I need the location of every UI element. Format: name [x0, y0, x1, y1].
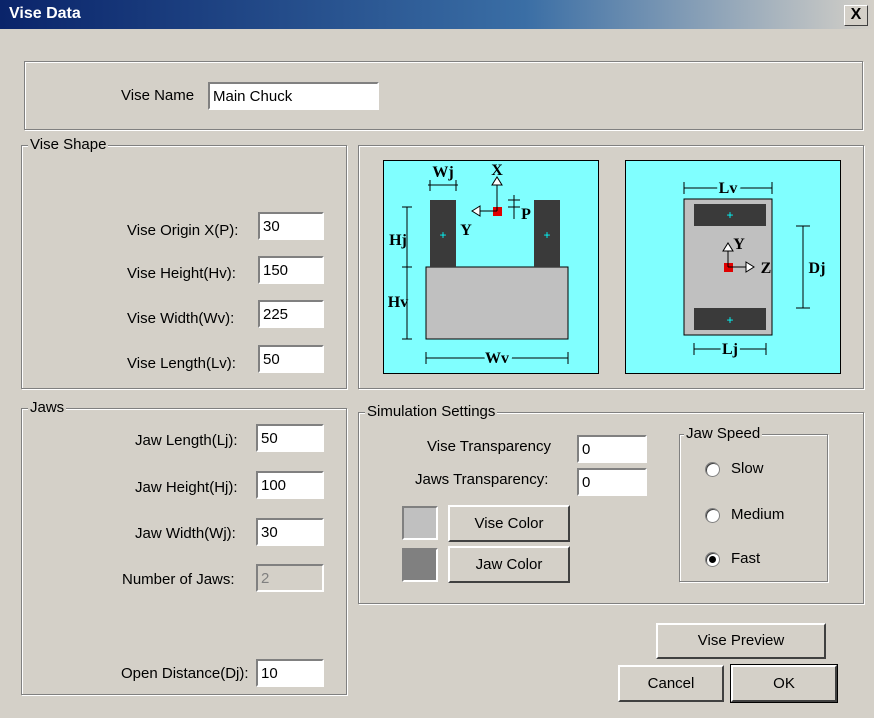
dj-label: Dj: [809, 260, 826, 277]
hj-label: Hj: [389, 232, 407, 249]
vise-transparency-input[interactable]: 0: [577, 435, 647, 463]
vise-height-label: Vise Height(Hv):: [127, 265, 236, 282]
jaw-width-label: Jaw Width(Wj):: [135, 525, 236, 542]
window-title: Vise Data: [9, 5, 81, 22]
jaw-color-swatch: [402, 548, 438, 582]
vise-origin-label: Vise Origin X(P):: [127, 222, 239, 239]
vise-transparency-label: Vise Transparency: [427, 438, 551, 455]
vise-height-input[interactable]: 150: [258, 256, 324, 284]
jaws-transparency-label: Jaws Transparency:: [415, 471, 549, 488]
vise-name-input[interactable]: Main Chuck: [208, 82, 379, 110]
speed-fast-selected-dot: [709, 556, 716, 563]
svg-text:+: +: [726, 208, 733, 222]
hv-label: Hv: [388, 294, 408, 311]
vise-length-input[interactable]: 50: [258, 345, 324, 373]
vise-front-diagram: + + Wj X Y P Hj Hv Wv: [383, 160, 599, 374]
jaw-height-input[interactable]: 100: [256, 471, 324, 499]
p-label: P: [521, 206, 531, 223]
speed-medium-label[interactable]: Medium: [731, 506, 784, 523]
jaw-height-label: Jaw Height(Hj):: [135, 479, 238, 496]
svg-text:+: +: [726, 313, 733, 327]
open-distance-label: Open Distance(Dj):: [121, 665, 249, 682]
cancel-button[interactable]: Cancel: [618, 665, 724, 702]
vise-origin-input[interactable]: 30: [258, 212, 324, 240]
wj-label: Wj: [432, 164, 453, 181]
z-axis-label: Z: [761, 260, 772, 277]
title-bar: Vise Data X: [0, 0, 874, 29]
svg-text:+: +: [543, 228, 550, 242]
jaw-color-button[interactable]: Jaw Color: [448, 546, 570, 583]
x-axis-label: X: [491, 162, 503, 179]
speed-fast-radio[interactable]: [705, 552, 720, 567]
jaws-title: Jaws: [28, 399, 67, 416]
lj-label: Lj: [722, 341, 738, 358]
jaw-length-label: Jaw Length(Lj):: [135, 432, 238, 449]
vise-color-button[interactable]: Vise Color: [448, 505, 570, 542]
jaw-speed-title: Jaw Speed: [684, 425, 763, 442]
jaw-length-input[interactable]: 50: [256, 424, 324, 452]
vise-length-label: Vise Length(Lv):: [127, 355, 236, 372]
speed-fast-label[interactable]: Fast: [731, 550, 760, 567]
vise-color-swatch: [402, 506, 438, 540]
jaw-width-input[interactable]: 30: [256, 518, 324, 546]
number-of-jaws-label: Number of Jaws:: [122, 571, 235, 588]
close-button[interactable]: X: [844, 5, 868, 26]
vise-top-svg: + + Lv Y Z Dj Lj: [683, 177, 828, 361]
y-axis-label: Y: [460, 222, 472, 239]
speed-medium-radio[interactable]: [705, 508, 720, 523]
speed-slow-radio[interactable]: [705, 462, 720, 477]
vise-body: [425, 266, 569, 340]
speed-slow-label[interactable]: Slow: [731, 460, 764, 477]
vise-name-label: Vise Name: [121, 87, 195, 104]
top-y-axis-label: Y: [733, 236, 745, 253]
jaws-transparency-input[interactable]: 0: [577, 468, 647, 496]
number-of-jaws-input: 2: [256, 564, 324, 592]
simulation-settings-title: Simulation Settings: [365, 403, 498, 420]
open-distance-input[interactable]: 10: [256, 659, 324, 687]
lv-label: Lv: [719, 180, 738, 197]
vise-shape-title: Vise Shape: [28, 136, 109, 153]
svg-text:+: +: [439, 228, 446, 242]
vise-width-label: Vise Width(Wv):: [127, 310, 235, 327]
ok-button[interactable]: OK: [730, 664, 838, 703]
vise-front-svg: + + Wj X Y P Hj Hv Wv: [388, 162, 569, 370]
vise-top-diagram: + + Lv Y Z Dj Lj: [625, 160, 841, 374]
wv-label: Wv: [485, 350, 509, 367]
vise-width-input[interactable]: 225: [258, 300, 324, 328]
vise-preview-button[interactable]: Vise Preview: [656, 623, 826, 659]
